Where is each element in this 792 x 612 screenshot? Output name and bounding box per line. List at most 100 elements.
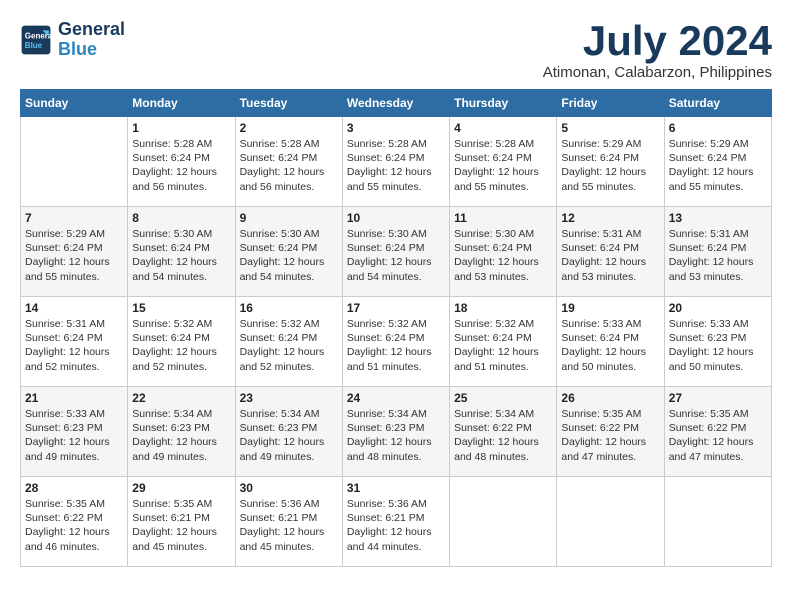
calendar-cell: 14Sunrise: 5:31 AM Sunset: 6:24 PM Dayli… xyxy=(21,297,128,387)
weekday-header: Monday xyxy=(128,90,235,117)
calendar-cell: 30 Sunrise: 5:36 AM Sunset: 6:21 PM Dayli… xyxy=(235,477,342,567)
svg-text:Blue: Blue xyxy=(25,41,43,50)
day-number: 19 xyxy=(561,301,659,315)
day-info: Sunrise: 5:31 AM Sunset: 6:24 PM Dayligh… xyxy=(669,227,767,284)
calendar-week-row: 1 Sunrise: 5:28 AM Sunset: 6:24 PM Daylig… xyxy=(21,117,772,207)
day-number: 14 xyxy=(25,301,123,315)
calendar-cell: 6 Sunrise: 5:29 AM Sunset: 6:24 PM Daylig… xyxy=(664,117,771,207)
calendar-cell: 29 Sunrise: 5:35 AM Sunset: 6:21 PM Dayli… xyxy=(128,477,235,567)
logo-icon: General Blue xyxy=(20,24,52,56)
day-info: Sunrise: 5:32 AM Sunset: 6:24 PM Dayligh… xyxy=(347,317,445,374)
day-number: 23 xyxy=(240,391,338,405)
calendar-cell xyxy=(557,477,664,567)
calendar-cell: 8Sunrise: 5:30 AM Sunset: 6:24 PM Daylig… xyxy=(128,207,235,297)
day-info: Sunrise: 5:29 AM Sunset: 6:24 PM Dayligh… xyxy=(669,137,767,194)
day-info: Sunrise: 5:34 AM Sunset: 6:23 PM Dayligh… xyxy=(132,407,230,464)
calendar-table: SundayMondayTuesdayWednesdayThursdayFrid… xyxy=(20,89,772,567)
page-header: General Blue General Blue July 2024 Atim… xyxy=(20,20,772,81)
day-number: 15 xyxy=(132,301,230,315)
calendar-cell: 2 Sunrise: 5:28 AM Sunset: 6:24 PM Daylig… xyxy=(235,117,342,207)
day-info: Sunrise: 5:28 AM Sunset: 6:24 PM Dayligh… xyxy=(347,137,445,194)
day-number: 5 xyxy=(561,121,659,135)
calendar-cell: 4 Sunrise: 5:28 AM Sunset: 6:24 PM Daylig… xyxy=(450,117,557,207)
day-info: Sunrise: 5:35 AM Sunset: 6:22 PM Dayligh… xyxy=(669,407,767,464)
calendar-cell xyxy=(450,477,557,567)
calendar-week-row: 21 Sunrise: 5:33 AM Sunset: 6:23 PM Dayli… xyxy=(21,387,772,477)
calendar-cell: 20 Sunrise: 5:33 AM Sunset: 6:23 PM Dayli… xyxy=(664,297,771,387)
weekday-header: Saturday xyxy=(664,90,771,117)
day-number: 27 xyxy=(669,391,767,405)
weekday-header-row: SundayMondayTuesdayWednesdayThursdayFrid… xyxy=(21,90,772,117)
calendar-week-row: 7 Sunrise: 5:29 AM Sunset: 6:24 PM Daylig… xyxy=(21,207,772,297)
calendar-cell: 13Sunrise: 5:31 AM Sunset: 6:24 PM Dayli… xyxy=(664,207,771,297)
calendar-cell: 10Sunrise: 5:30 AM Sunset: 6:24 PM Dayli… xyxy=(342,207,449,297)
day-info: Sunrise: 5:33 AM Sunset: 6:24 PM Dayligh… xyxy=(561,317,659,374)
calendar-cell: 19 Sunrise: 5:33 AM Sunset: 6:24 PM Dayli… xyxy=(557,297,664,387)
calendar-cell: 9 Sunrise: 5:30 AM Sunset: 6:24 PM Daylig… xyxy=(235,207,342,297)
day-info: Sunrise: 5:30 AM Sunset: 6:24 PM Dayligh… xyxy=(347,227,445,284)
day-number: 30 xyxy=(240,481,338,495)
calendar-cell: 27 Sunrise: 5:35 AM Sunset: 6:22 PM Dayli… xyxy=(664,387,771,477)
month-title: July 2024 xyxy=(543,20,772,62)
day-number: 6 xyxy=(669,121,767,135)
logo-text: General Blue xyxy=(58,20,125,60)
logo: General Blue General Blue xyxy=(20,20,125,60)
day-info: Sunrise: 5:29 AM Sunset: 6:24 PM Dayligh… xyxy=(25,227,123,284)
calendar-cell: 3 Sunrise: 5:28 AM Sunset: 6:24 PM Daylig… xyxy=(342,117,449,207)
weekday-header: Tuesday xyxy=(235,90,342,117)
calendar-cell: 16Sunrise: 5:32 AM Sunset: 6:24 PM Dayli… xyxy=(235,297,342,387)
day-info: Sunrise: 5:35 AM Sunset: 6:22 PM Dayligh… xyxy=(561,407,659,464)
weekday-header: Thursday xyxy=(450,90,557,117)
day-number: 16 xyxy=(240,301,338,315)
weekday-header: Wednesday xyxy=(342,90,449,117)
calendar-cell: 5 Sunrise: 5:29 AM Sunset: 6:24 PM Daylig… xyxy=(557,117,664,207)
logo-line1: General xyxy=(58,20,125,40)
day-info: Sunrise: 5:36 AM Sunset: 6:21 PM Dayligh… xyxy=(240,497,338,554)
day-number: 8 xyxy=(132,211,230,225)
weekday-header: Friday xyxy=(557,90,664,117)
calendar-cell: 21 Sunrise: 5:33 AM Sunset: 6:23 PM Dayli… xyxy=(21,387,128,477)
day-info: Sunrise: 5:29 AM Sunset: 6:24 PM Dayligh… xyxy=(561,137,659,194)
day-info: Sunrise: 5:32 AM Sunset: 6:24 PM Dayligh… xyxy=(132,317,230,374)
day-number: 3 xyxy=(347,121,445,135)
day-info: Sunrise: 5:34 AM Sunset: 6:22 PM Dayligh… xyxy=(454,407,552,464)
day-number: 1 xyxy=(132,121,230,135)
day-info: Sunrise: 5:30 AM Sunset: 6:24 PM Dayligh… xyxy=(240,227,338,284)
day-number: 22 xyxy=(132,391,230,405)
day-number: 9 xyxy=(240,211,338,225)
day-info: Sunrise: 5:28 AM Sunset: 6:24 PM Dayligh… xyxy=(240,137,338,194)
calendar-cell: 25 Sunrise: 5:34 AM Sunset: 6:22 PM Dayli… xyxy=(450,387,557,477)
calendar-cell: 12Sunrise: 5:31 AM Sunset: 6:24 PM Dayli… xyxy=(557,207,664,297)
day-info: Sunrise: 5:28 AM Sunset: 6:24 PM Dayligh… xyxy=(454,137,552,194)
logo-line2: Blue xyxy=(58,40,125,60)
day-number: 28 xyxy=(25,481,123,495)
weekday-header: Sunday xyxy=(21,90,128,117)
day-info: Sunrise: 5:35 AM Sunset: 6:22 PM Dayligh… xyxy=(25,497,123,554)
calendar-cell: 1Sunrise: 5:28 AM Sunset: 6:24 PM Daylig… xyxy=(128,117,235,207)
day-number: 20 xyxy=(669,301,767,315)
day-number: 17 xyxy=(347,301,445,315)
day-info: Sunrise: 5:30 AM Sunset: 6:24 PM Dayligh… xyxy=(454,227,552,284)
day-info: Sunrise: 5:35 AM Sunset: 6:21 PM Dayligh… xyxy=(132,497,230,554)
day-info: Sunrise: 5:32 AM Sunset: 6:24 PM Dayligh… xyxy=(454,317,552,374)
day-info: Sunrise: 5:34 AM Sunset: 6:23 PM Dayligh… xyxy=(240,407,338,464)
calendar-cell: 11 Sunrise: 5:30 AM Sunset: 6:24 PM Dayli… xyxy=(450,207,557,297)
title-block: July 2024 Atimonan, Calabarzon, Philippi… xyxy=(543,20,772,81)
day-info: Sunrise: 5:33 AM Sunset: 6:23 PM Dayligh… xyxy=(25,407,123,464)
day-number: 25 xyxy=(454,391,552,405)
calendar-cell: 15 Sunrise: 5:32 AM Sunset: 6:24 PM Dayli… xyxy=(128,297,235,387)
day-number: 29 xyxy=(132,481,230,495)
calendar-cell: 31Sunrise: 5:36 AM Sunset: 6:21 PM Dayli… xyxy=(342,477,449,567)
day-number: 21 xyxy=(25,391,123,405)
calendar-cell: 17 Sunrise: 5:32 AM Sunset: 6:24 PM Dayli… xyxy=(342,297,449,387)
day-number: 11 xyxy=(454,211,552,225)
day-info: Sunrise: 5:33 AM Sunset: 6:23 PM Dayligh… xyxy=(669,317,767,374)
calendar-week-row: 14Sunrise: 5:31 AM Sunset: 6:24 PM Dayli… xyxy=(21,297,772,387)
calendar-cell xyxy=(664,477,771,567)
calendar-cell: 23 Sunrise: 5:34 AM Sunset: 6:23 PM Dayli… xyxy=(235,387,342,477)
day-number: 4 xyxy=(454,121,552,135)
day-number: 7 xyxy=(25,211,123,225)
calendar-cell: 7 Sunrise: 5:29 AM Sunset: 6:24 PM Daylig… xyxy=(21,207,128,297)
day-number: 2 xyxy=(240,121,338,135)
calendar-cell: 28 Sunrise: 5:35 AM Sunset: 6:22 PM Dayli… xyxy=(21,477,128,567)
